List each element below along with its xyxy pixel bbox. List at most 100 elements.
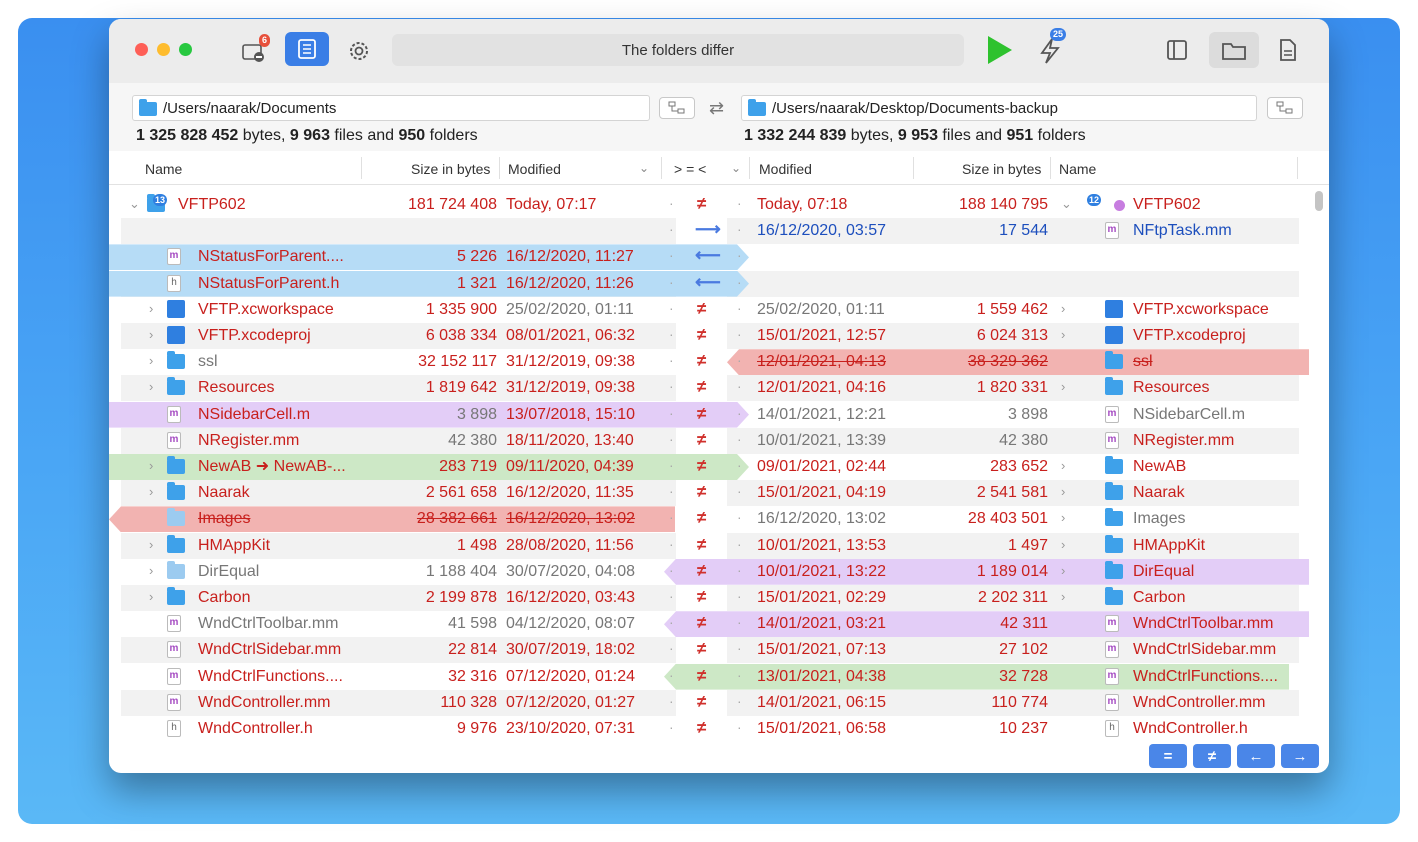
disclosure-chevron-icon[interactable]: › <box>149 484 153 499</box>
col-compare[interactable]: > = < <box>674 161 706 177</box>
disclosure-chevron-icon[interactable]: › <box>1061 537 1065 552</box>
status-text: The folders differ <box>621 41 735 59</box>
table-row[interactable]: › HMAppKit 1 498 28/08/2020, 11:56 · ≠ · 10/01/… <box>109 532 1329 559</box>
col-name[interactable]: Name <box>145 161 182 177</box>
different-icon[interactable]: ≠ <box>697 666 706 686</box>
table-row[interactable]: m WndCtrlSidebar.mm 22 814 30/07/2019, 18:0… <box>109 637 1329 664</box>
table-row[interactable]: m WndController.mm 110 328 07/12/2020, 01:2… <box>109 689 1329 716</box>
disclosure-chevron-icon[interactable]: › <box>149 537 153 552</box>
table-row[interactable]: › VFTP.xcodeproj 6 038 334 08/01/2021, 06:3… <box>109 323 1329 349</box>
left-browse-button[interactable] <box>659 97 695 119</box>
right-browse-button[interactable] <box>1267 97 1303 119</box>
disclosure-chevron-icon[interactable]: › <box>1061 458 1065 473</box>
show-left-only-button[interactable]: ← <box>1237 744 1275 768</box>
run-sync-button[interactable] <box>983 33 1015 67</box>
table-row[interactable]: m NRegister.mm 42 380 18/11/2020, 13:40 · ≠ · 1… <box>109 427 1329 454</box>
folder-mode-button[interactable] <box>1209 32 1259 68</box>
compare-view-button[interactable] <box>285 32 329 66</box>
table-row[interactable]: › Carbon 2 199 878 16/12/2020, 03:43 · ≠ · 15/0… <box>109 585 1329 611</box>
disclosure-chevron-icon[interactable]: › <box>1061 301 1065 316</box>
settings-button[interactable] <box>345 37 373 65</box>
different-icon[interactable]: ≠ <box>697 508 706 528</box>
file-mode-button[interactable] <box>1273 35 1303 65</box>
status-field: The folders differ <box>392 34 964 66</box>
different-icon[interactable]: ≠ <box>697 456 706 476</box>
right-only-arrow-icon[interactable]: ⟶ <box>695 219 721 240</box>
different-icon[interactable]: ≠ <box>697 194 706 214</box>
notifications-button[interactable]: 6 <box>239 34 271 65</box>
table-row[interactable]: · ⟶ · 16/12/2020, 03:57 17 544 m NFtpTask.mm <box>109 218 1329 245</box>
col-r-modified[interactable]: Modified <box>759 161 812 177</box>
table-row[interactable]: Images 28 382 661 16/12/2020, 13:02 · ≠ · 16/1… <box>109 506 1329 533</box>
chevron-down-icon[interactable]: ⌄ <box>731 161 741 175</box>
different-icon[interactable]: ≠ <box>697 692 706 712</box>
table-row[interactable]: › DirEqual 1 188 404 30/07/2020, 04:08 · ≠ · 10… <box>109 558 1329 585</box>
show-right-only-button[interactable]: → <box>1281 744 1319 768</box>
different-icon[interactable]: ≠ <box>697 535 706 555</box>
table-row[interactable]: m NStatusForParent.... 5 226 16/12/2020, 11… <box>109 244 1329 270</box>
show-different-button[interactable]: ≠ <box>1193 744 1231 768</box>
different-icon[interactable]: ≠ <box>697 404 706 424</box>
swap-icon[interactable]: ⇄ <box>709 98 724 119</box>
left-path: /Users/naarak/Documents <box>163 99 337 117</box>
col-r-name[interactable]: Name <box>1059 161 1096 177</box>
table-row[interactable]: › Resources 1 819 642 31/12/2019, 09:38 · ≠ · 1… <box>109 375 1329 402</box>
col-size[interactable]: Size in bytes <box>411 161 490 177</box>
disclosure-chevron-icon[interactable]: › <box>1061 484 1065 499</box>
right-size: 42 380 <box>999 431 1048 449</box>
different-icon[interactable]: ≠ <box>697 561 706 581</box>
disclosure-chevron-icon[interactable]: ⌄ <box>129 196 140 212</box>
table-row[interactable]: › NewAB ➜ NewAB-... 283 719 09/11/2020, 04:… <box>109 454 1329 480</box>
disclosure-chevron-icon[interactable]: › <box>1061 589 1065 604</box>
table-row[interactable]: h NStatusForParent.h 1 321 16/12/2020, 11:2… <box>109 270 1329 297</box>
show-equal-button[interactable]: = <box>1149 744 1187 768</box>
scrollbar-thumb[interactable] <box>1315 191 1323 211</box>
minimize-button[interactable] <box>157 43 170 56</box>
table-row[interactable]: › VFTP.xcworkspace 1 335 900 25/02/2020, 01… <box>109 297 1329 323</box>
col-r-size[interactable]: Size in bytes <box>962 161 1041 177</box>
left-path-field[interactable]: /Users/naarak/Documents <box>132 95 650 121</box>
disclosure-chevron-icon[interactable]: › <box>149 353 153 368</box>
left-only-arrow-icon[interactable]: ⟵ <box>695 272 721 293</box>
different-icon[interactable]: ≠ <box>697 482 706 502</box>
right-path-field[interactable]: /Users/naarak/Desktop/Documents-backup <box>741 95 1257 121</box>
different-icon[interactable]: ≠ <box>697 325 706 345</box>
disclosure-chevron-icon[interactable]: › <box>1061 510 1065 525</box>
table-row[interactable]: ⌄ 13 VFTP602 181 724 408 Today, 07:17 · ≠ · Toda… <box>109 192 1329 218</box>
table-row[interactable]: m WndCtrlFunctions.... 32 316 07/12/2020, 0… <box>109 663 1329 690</box>
different-icon[interactable]: ≠ <box>697 613 706 633</box>
zoom-button[interactable] <box>179 43 192 56</box>
different-icon[interactable]: ≠ <box>697 430 706 450</box>
disclosure-chevron-icon[interactable]: › <box>1061 379 1065 394</box>
table-row[interactable]: m NSidebarCell.m 3 898 13/07/2018, 15:10 · ≠ ·… <box>109 402 1329 428</box>
table-row[interactable]: › ssl 32 152 117 31/12/2019, 09:38 · ≠ · 12/01/… <box>109 349 1329 376</box>
different-icon[interactable]: ≠ <box>697 587 706 607</box>
different-icon[interactable]: ≠ <box>697 639 706 659</box>
left-only-arrow-icon[interactable]: ⟵ <box>695 245 721 266</box>
disclosure-chevron-icon[interactable]: › <box>149 589 153 604</box>
panel-toggle-button[interactable] <box>1161 35 1193 65</box>
table-row[interactable]: › Naarak 2 561 658 16/12/2020, 11:35 · ≠ · 15/0… <box>109 480 1329 507</box>
different-icon[interactable]: ≠ <box>697 377 706 397</box>
right-size: 38 329 362 <box>967 353 1048 371</box>
different-icon[interactable]: ≠ <box>697 718 706 738</box>
disclosure-chevron-icon[interactable]: › <box>149 327 153 342</box>
table-row[interactable]: h WndController.h 9 976 23/10/2020, 07:31 · ≠… <box>109 716 1329 742</box>
folder-icon <box>1222 43 1246 60</box>
close-button[interactable] <box>135 43 148 56</box>
table-row[interactable]: m WndCtrlToolbar.mm 41 598 04/12/2020, 08:0… <box>109 611 1329 638</box>
disclosure-chevron-icon[interactable]: › <box>149 458 153 473</box>
disclosure-chevron-icon[interactable]: › <box>1061 327 1065 342</box>
disclosure-chevron-icon[interactable]: ⌄ <box>1061 196 1072 212</box>
chevron-down-icon[interactable]: ⌄ <box>639 161 649 175</box>
disclosure-chevron-icon[interactable]: › <box>149 379 153 394</box>
folder-icon <box>167 534 185 553</box>
header-file-icon: h <box>167 720 181 737</box>
disclosure-chevron-icon[interactable]: › <box>1061 563 1065 578</box>
disclosure-chevron-icon[interactable]: › <box>149 301 153 316</box>
different-icon[interactable]: ≠ <box>697 351 706 371</box>
quick-sync-button[interactable]: 25 <box>1035 28 1067 67</box>
different-icon[interactable]: ≠ <box>697 299 706 319</box>
col-modified[interactable]: Modified <box>508 161 561 177</box>
disclosure-chevron-icon[interactable]: › <box>149 563 153 578</box>
